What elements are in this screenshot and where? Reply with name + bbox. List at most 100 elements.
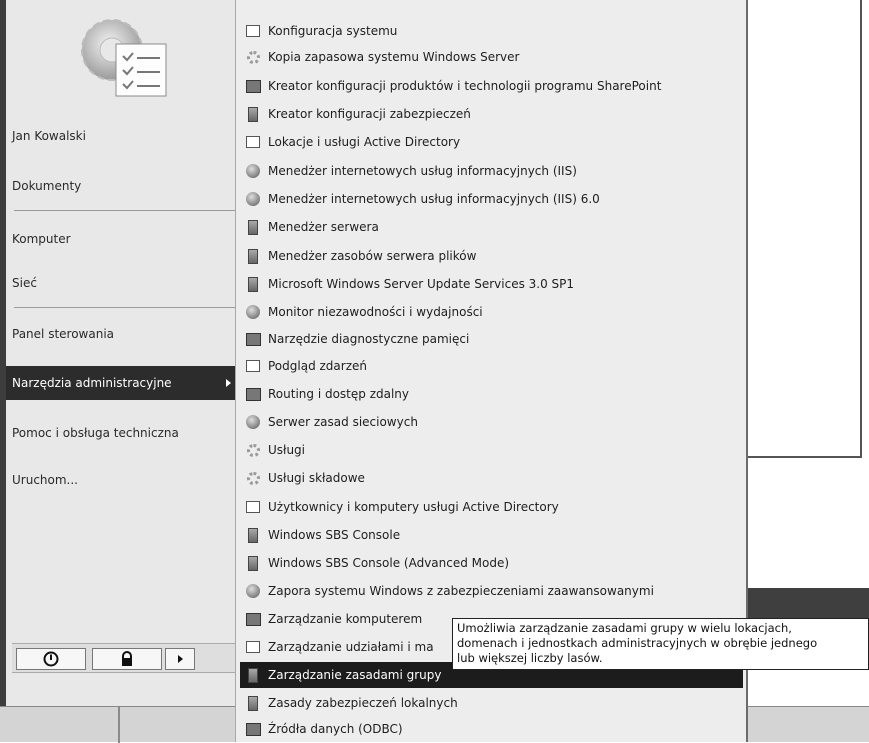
tooltip-line: lub większej liczby lasów. (457, 651, 603, 665)
left-item-narzedzia-administracyjne[interactable]: Narzędzia administracyjne (6, 366, 235, 400)
component-services-icon (244, 470, 262, 486)
submenu-item[interactable]: Usługi (240, 437, 743, 463)
event-viewer-icon (244, 358, 262, 374)
tooltip-line: Umożliwia zarządzanie zasadami grupy w w… (457, 621, 792, 635)
submenu-item[interactable]: Serwer zasad sieciowych (240, 409, 743, 435)
share-management-icon (244, 639, 262, 655)
submenu-item[interactable]: Konfiguracja systemu (240, 18, 743, 44)
submenu-item-label: Zapora systemu Windows z zabezpieczeniam… (268, 584, 654, 598)
submenu-item[interactable]: Kreator konfiguracji zabezpieczeń (240, 101, 743, 127)
submenu-item-label: Serwer zasad sieciowych (268, 415, 418, 429)
left-item-panel-sterowania[interactable]: Panel sterowania (6, 317, 235, 351)
sbs-console-icon (244, 527, 262, 543)
background-window-bar (748, 588, 869, 618)
submenu-item-label: Menedżer serwera (268, 220, 379, 234)
submenu-item-label: Routing i dostęp zdalny (268, 387, 410, 401)
submenu-item-label: Windows SBS Console (Advanced Mode) (268, 556, 510, 570)
submenu-item-label: Źródła danych (ODBC) (268, 722, 403, 736)
power-icon (43, 651, 59, 667)
separator (14, 307, 236, 308)
submenu-item-label: Menedżer zasobów serwera plików (268, 249, 477, 263)
sharepoint-icon (244, 78, 262, 94)
submenu-item-label: Menedżer internetowych usług informacyjn… (268, 192, 600, 206)
computer-management-icon (244, 611, 262, 627)
network-policy-icon (244, 414, 262, 430)
tooltip-line: domenach i jednostkach administracyjnych… (457, 636, 818, 650)
submenu-item[interactable]: Microsoft Windows Server Update Services… (240, 271, 743, 297)
submenu-item-label: Kopia zapasowa systemu Windows Server (268, 50, 520, 64)
submenu-item[interactable]: Routing i dostęp zdalny (240, 381, 743, 407)
submenu-item[interactable]: Windows SBS Console (240, 522, 743, 548)
left-item-pomoc[interactable]: Pomoc i obsługa techniczna (6, 416, 235, 450)
submenu-item[interactable]: Windows SBS Console (Advanced Mode) (240, 550, 743, 576)
submenu-item-label: Kreator konfiguracji produktów i technol… (268, 79, 662, 93)
iis6-icon (244, 191, 262, 207)
left-item-label: Narzędzia administracyjne (12, 376, 172, 390)
left-item-uruchom[interactable]: Uruchom... (6, 463, 235, 497)
submenu-item[interactable]: Zasady zabezpieczeń lokalnych (240, 690, 743, 716)
sbs-console-advanced-icon (244, 555, 262, 571)
monitor-icon (244, 304, 262, 320)
submenu-item-label: Narzędzie diagnostyczne pamięci (268, 332, 470, 346)
submenu-item[interactable]: Podgląd zdarzeń (240, 353, 743, 379)
lock-button[interactable] (92, 648, 162, 670)
submenu-item[interactable]: Kreator konfiguracji produktów i technol… (240, 73, 743, 99)
submenu-item-label: Zasady zabezpieczeń lokalnych (268, 696, 458, 710)
lock-icon (122, 651, 132, 666)
power-button-row (12, 643, 235, 673)
submenu-item[interactable]: Źródła danych (ODBC) (240, 716, 743, 742)
backup-icon (244, 49, 262, 65)
submenu-item-label: Zarządzanie udziałami i ma (268, 640, 434, 654)
submenu-item[interactable]: Użytkownicy i komputery usługi Active Di… (240, 494, 743, 520)
submenu-item[interactable]: Lokacje i usługi Active Directory (240, 129, 743, 155)
submenu-item-label: Użytkownicy i komputery usługi Active Di… (268, 500, 559, 514)
tooltip: Umożliwia zarządzanie zasadami grupy w w… (452, 618, 869, 670)
separator (14, 210, 236, 211)
firewall-icon (244, 583, 262, 599)
arrow-right-icon (178, 655, 183, 663)
memory-diagnostic-icon (244, 331, 262, 347)
odbc-icon (244, 721, 262, 737)
submenu-item-label: Podgląd zdarzeń (268, 359, 367, 373)
submenu-item-label: Zarządzanie komputerem (268, 612, 423, 626)
submenu-item[interactable]: Narzędzie diagnostyczne pamięci (240, 326, 743, 352)
submenu-item[interactable]: Zapora systemu Windows z zabezpieczeniam… (240, 578, 743, 604)
services-icon (244, 442, 262, 458)
submenu-item-label: Konfiguracja systemu (268, 24, 398, 38)
left-item-komputer[interactable]: Komputer (6, 222, 235, 256)
system-config-icon (244, 23, 262, 39)
routing-icon (244, 386, 262, 402)
server-manager-icon (244, 219, 262, 235)
submenu-item-label: Menedżer internetowych usług informacyjn… (268, 164, 577, 178)
user-picture-icon (60, 10, 180, 106)
submenu-item-label: Usługi składowe (268, 471, 365, 485)
submenu-item[interactable]: Usługi składowe (240, 465, 743, 491)
left-item-dokumenty[interactable]: Dokumenty (6, 169, 235, 203)
submenu-item[interactable]: Monitor niezawodności i wydajności (240, 299, 743, 325)
background-window (748, 0, 862, 458)
submenu-item[interactable]: Menedżer internetowych usług informacyjn… (240, 186, 743, 212)
ad-sites-icon (244, 134, 262, 150)
left-item-siec[interactable]: Sieć (6, 266, 235, 300)
submenu-item[interactable]: Menedżer zasobów serwera plików (240, 243, 743, 269)
submenu-arrow-icon (226, 379, 231, 387)
power-button[interactable] (16, 648, 86, 670)
group-policy-icon (244, 667, 262, 683)
submenu-item-label: Monitor niezawodności i wydajności (268, 305, 483, 319)
wsus-icon (244, 276, 262, 292)
submenu-item-label: Windows SBS Console (268, 528, 401, 542)
submenu-item[interactable]: Menedżer serwera (240, 214, 743, 240)
local-security-icon (244, 695, 262, 711)
submenu-item-label: Microsoft Windows Server Update Services… (268, 277, 575, 291)
user-name-link[interactable]: Jan Kowalski (6, 119, 235, 153)
security-wizard-icon (244, 106, 262, 122)
submenu-item-label: Lokacje i usługi Active Directory (268, 135, 461, 149)
start-menu-left-pane: Jan Kowalski Dokumenty Komputer Sieć Pan… (0, 0, 236, 720)
submenu-item[interactable]: Menedżer internetowych usług informacyjn… (240, 158, 743, 184)
submenu-item[interactable]: Kopia zapasowa systemu Windows Server (240, 44, 743, 70)
shutdown-options-button[interactable] (165, 648, 195, 670)
submenu-item-label: Kreator konfiguracji zabezpieczeń (268, 107, 471, 121)
submenu-item-label: Usługi (268, 443, 306, 457)
taskbar-divider (118, 707, 120, 743)
submenu-item-label: Zarządzanie zasadami grupy (268, 668, 442, 682)
